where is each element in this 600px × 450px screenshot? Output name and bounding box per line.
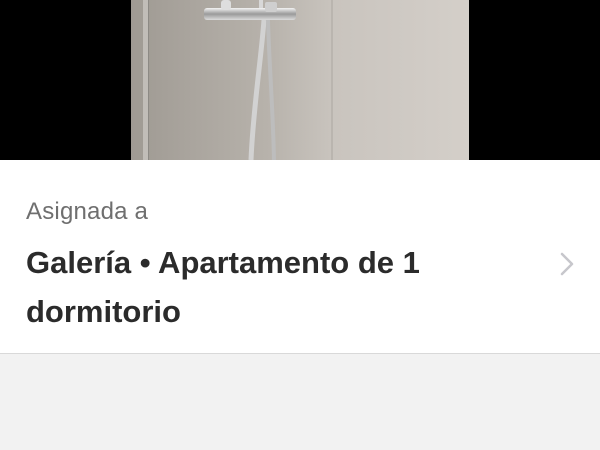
listing-photo[interactable] [131,0,469,160]
shower-icon [131,0,469,160]
photo-band [0,0,600,160]
assigned-to-value: Galería • Apartamento de 1 dormitorio [26,245,420,329]
empty-background [0,354,600,450]
screen: Asignada a Galería • Apartamento de 1 do… [0,0,600,450]
assigned-to-label: Asignada a [26,198,149,225]
assigned-to-row[interactable]: Asignada a Galería • Apartamento de 1 do… [0,160,600,354]
chevron-right-icon[interactable] [556,250,580,278]
